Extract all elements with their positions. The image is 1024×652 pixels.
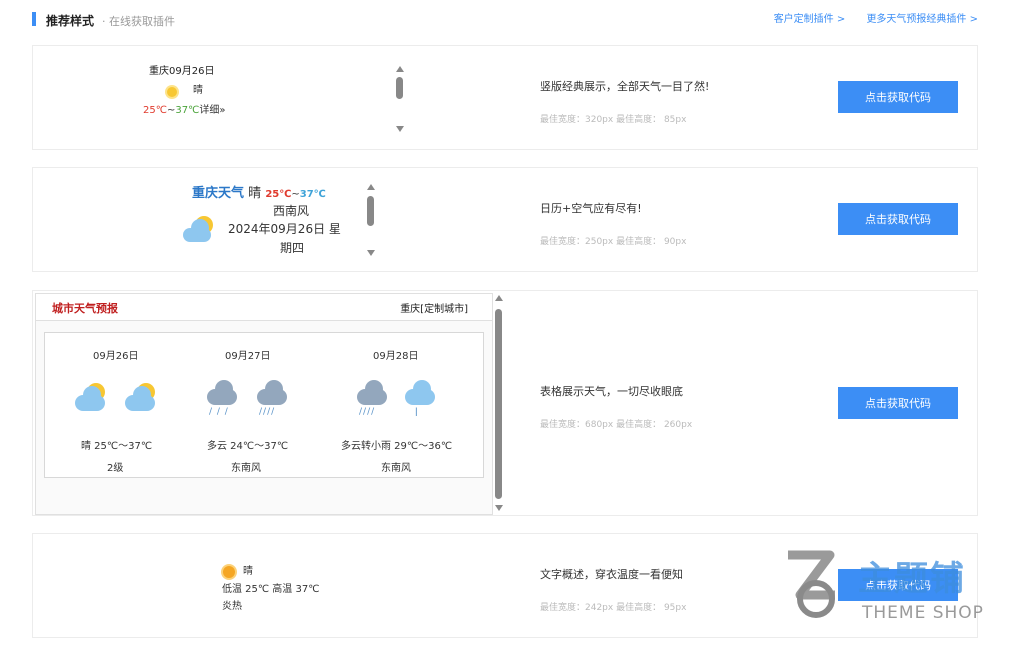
widget1-scrollbar[interactable] <box>396 66 406 132</box>
card2-meta: 最佳宽度：250px 最佳高度： 90px <box>540 237 687 247</box>
widget2-scrollbar[interactable] <box>367 184 377 256</box>
detail-link[interactable]: 详细» <box>199 105 225 116</box>
low-temp: 25℃ <box>143 105 167 116</box>
plugin-card-3: 城市天气预报 重庆[定制城市] 09月26日 09月27日 09月28日 / /… <box>32 290 978 516</box>
header-accent-bar <box>32 12 36 26</box>
get-code-button-3[interactable]: 点击获取代码 <box>838 387 958 419</box>
scroll-thumb[interactable] <box>396 77 403 99</box>
scroll-up-icon[interactable] <box>495 295 503 301</box>
widget2-low: 25℃ <box>265 189 292 200</box>
scroll-thumb[interactable] <box>367 196 374 226</box>
partly-cloudy-icon <box>181 216 221 246</box>
scroll-up-icon[interactable] <box>367 184 375 190</box>
forecast-title: 城市天气预报 <box>52 302 118 315</box>
widget1-date: 重庆09月26日 <box>149 66 215 77</box>
card3-title: 表格展示天气，一切尽收眼底 <box>540 385 683 398</box>
watermark-subtitle: THEME SHOP <box>862 603 984 623</box>
scroll-down-icon[interactable] <box>495 505 503 511</box>
section-subtitle: · 在线获取插件 <box>102 15 175 28</box>
get-code-button-2[interactable]: 点击获取代码 <box>838 203 958 235</box>
widget2-weekday: 期四 <box>280 241 305 255</box>
rain-cloud-icon: / / / <box>205 380 245 417</box>
widget2-high: 37℃ <box>299 189 326 200</box>
get-code-button-1[interactable]: 点击获取代码 <box>838 81 958 113</box>
card2-title: 日历+空气应有尽有! <box>540 202 642 215</box>
widget2-sep: ~ <box>291 189 300 200</box>
day1-temp: 晴 25℃～37℃ <box>81 441 153 452</box>
high-temp: 37℃ <box>175 105 200 116</box>
card1-meta: 最佳宽度：320px 最佳高度： 85px <box>540 115 687 125</box>
sun-icon <box>167 82 177 101</box>
card3-meta: 最佳宽度：680px 最佳高度： 260px <box>540 420 693 430</box>
day3-wind: 东南风 <box>381 463 411 474</box>
scroll-down-icon[interactable] <box>367 250 375 256</box>
custom-plugin-link[interactable]: 客户定制插件 > <box>774 14 846 25</box>
forecast-header: 城市天气预报 重庆[定制城市] <box>36 294 492 321</box>
widget4-feel: 炎热 <box>222 601 242 612</box>
day1-wind: 2级 <box>107 463 124 474</box>
plugin-card-2: 重庆天气 晴 25℃~37℃ 西南风 2024年09月26日 星 期四 日历+空… <box>32 167 978 272</box>
plugin-card-1: 重庆09月26日 晴 25℃~37℃详细» 竖版经典展示，全部天气一目了然! 最… <box>32 45 978 150</box>
widget2-date: 2024年09月26日 星 <box>228 222 341 236</box>
rain-cloud-icon: //// <box>355 380 395 417</box>
header-links: 客户定制插件 > 更多天气预报经典插件 > <box>756 10 978 25</box>
light-rain-icon: ǀ <box>403 380 443 417</box>
widget4-weather: 晴 <box>243 566 253 577</box>
day1-date: 09月26日 <box>93 351 139 362</box>
widget2-headline: 重庆天气 晴 25℃~37℃ <box>192 182 326 201</box>
watermark-title: 主题铺 <box>858 559 966 599</box>
custom-city-link[interactable]: 重庆[定制城市] <box>400 300 468 315</box>
section-title: 推荐样式 <box>46 14 95 28</box>
widget1-weather: 晴 <box>193 85 203 96</box>
day3-date: 09月28日 <box>373 351 419 362</box>
forecast-widget: 城市天气预报 重庆[定制城市] 09月26日 09月27日 09月28日 / /… <box>35 293 493 515</box>
day3-temp: 多云转小雨 29℃～36℃ <box>341 441 453 452</box>
forecast-table: 09月26日 09月27日 09月28日 / / / //// //// ǀ 晴… <box>44 332 484 478</box>
widget2-weather: 晴 <box>248 186 262 201</box>
widget2-wind: 西南风 <box>273 204 310 218</box>
more-plugins-link[interactable]: 更多天气预报经典插件 > <box>866 14 978 25</box>
widget4-temps: 低温 25℃ 高温 37℃ <box>222 584 320 595</box>
card4-title: 文字概述，穿衣温度一看便知 <box>540 568 683 581</box>
partly-cloudy-icon <box>123 383 163 413</box>
scroll-up-icon[interactable] <box>396 66 404 72</box>
rain-cloud-icon: //// <box>255 380 295 417</box>
card2-description: 日历+空气应有尽有! 最佳宽度：250px 最佳高度： 90px <box>540 200 686 247</box>
partly-cloudy-icon <box>73 383 113 413</box>
card4-meta: 最佳宽度：242px 最佳高度： 95px <box>540 603 687 613</box>
card1-title: 竖版经典展示，全部天气一目了然! <box>540 80 710 93</box>
widget2-city: 重庆天气 <box>192 186 245 201</box>
day2-date: 09月27日 <box>225 351 271 362</box>
scroll-thumb[interactable] <box>495 309 502 499</box>
theme-shop-watermark: 主题铺 THEME SHOP <box>780 545 985 630</box>
card4-description: 文字概述，穿衣温度一看便知 最佳宽度：242px 最佳高度： 95px <box>540 566 686 613</box>
watermark-logo-icon <box>788 550 835 618</box>
widget3-scrollbar[interactable] <box>495 295 505 511</box>
card1-description: 竖版经典展示，全部天气一目了然! 最佳宽度：320px 最佳高度： 85px <box>540 78 709 125</box>
day2-wind: 东南风 <box>231 463 261 474</box>
scroll-down-icon[interactable] <box>396 126 404 132</box>
card3-description: 表格展示天气，一切尽收眼底 最佳宽度：680px 最佳高度： 260px <box>540 383 692 430</box>
day2-temp: 多云 24℃～37℃ <box>207 441 289 452</box>
widget1-temp-line: 25℃~37℃详细» <box>143 101 225 116</box>
section-header: 推荐样式 · 在线获取插件 客户定制插件 > 更多天气预报经典插件 > <box>32 10 978 30</box>
